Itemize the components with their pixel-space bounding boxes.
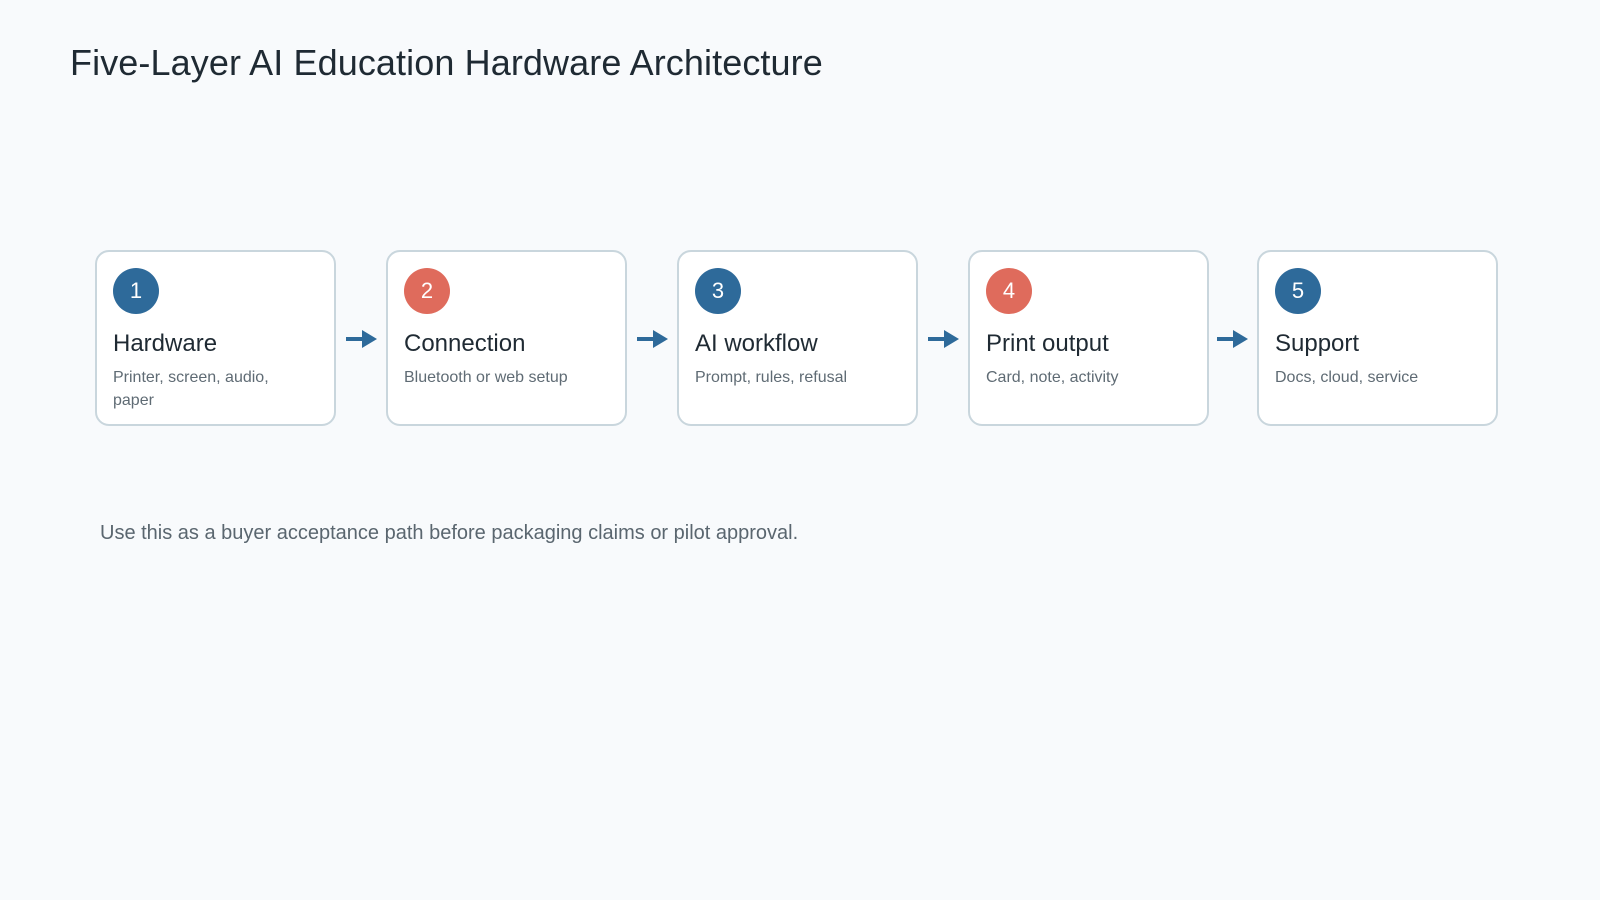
layer-number-badge: 2: [404, 268, 450, 314]
layer-card-support: 5 Support Docs, cloud, service: [1257, 250, 1498, 426]
layer-title: Print output: [986, 330, 1109, 357]
layer-title: AI workflow: [695, 330, 818, 357]
layer-card-ai-workflow: 3 AI workflow Prompt, rules, refusal: [677, 250, 918, 426]
layer-description: Printer, screen, audio, paper: [113, 369, 269, 409]
page-title: Five-Layer AI Education Hardware Archite…: [70, 42, 823, 83]
layer-title: Connection: [404, 330, 526, 357]
layer-number-badge: 1: [113, 268, 159, 314]
layer-title: Hardware: [113, 330, 218, 357]
right-arrow-icon: [637, 327, 669, 351]
layer-number-badge: 4: [986, 268, 1032, 314]
layer-description: Bluetooth or web setup: [404, 369, 568, 386]
layer-flow: 1 Hardware Printer, screen, audio, paper…: [95, 250, 1499, 430]
layer-title: Support: [1275, 330, 1360, 357]
layer-description: Prompt, rules, refusal: [695, 369, 848, 386]
right-arrow-icon: [346, 327, 378, 351]
layer-number-badge: 3: [695, 268, 741, 314]
layer-description: Card, note, activity: [986, 369, 1119, 386]
layer-card-print-output: 4 Print output Card, note, activity: [968, 250, 1209, 426]
layer-number-badge: 5: [1275, 268, 1321, 314]
layer-card-hardware: 1 Hardware Printer, screen, audio, paper: [95, 250, 336, 426]
right-arrow-icon: [928, 327, 960, 351]
layer-card-connection: 2 Connection Bluetooth or web setup: [386, 250, 627, 426]
right-arrow-icon: [1217, 327, 1249, 351]
layer-description: Docs, cloud, service: [1275, 369, 1419, 386]
footnote: Use this as a buyer acceptance path befo…: [100, 522, 799, 544]
